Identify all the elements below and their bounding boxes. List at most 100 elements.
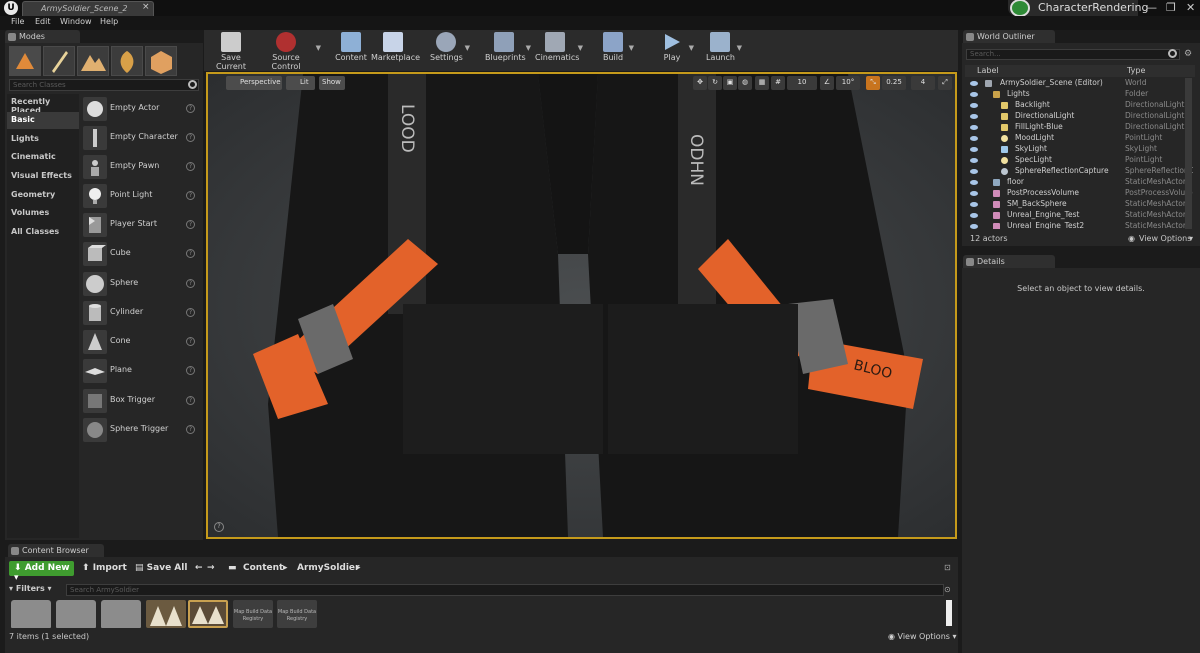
show-button[interactable]: Show <box>319 76 345 90</box>
search-icon[interactable] <box>188 80 197 89</box>
place-item-cylinder[interactable]: Cylinder? <box>80 299 200 327</box>
world-local-icon[interactable]: ◍ <box>738 76 752 90</box>
help-icon[interactable]: ? <box>186 104 195 113</box>
eye-icon[interactable] <box>970 180 978 185</box>
outliner-scrollbar[interactable] <box>1185 78 1192 229</box>
dropdown-arrow-icon[interactable]: ▼ <box>526 44 531 52</box>
outliner-row[interactable]: Unreal_Engine_Test2 StaticMeshActor <box>965 221 1191 229</box>
rotate-icon[interactable]: ↻ <box>708 76 722 90</box>
grid-snap-icon[interactable]: # <box>771 76 785 90</box>
folder-icon[interactable] <box>11 600 51 628</box>
forward-arrow-icon[interactable]: → <box>207 563 215 573</box>
eye-icon[interactable] <box>970 103 978 108</box>
close-tab-icon[interactable]: × <box>142 2 150 12</box>
translate-icon[interactable]: ✥ <box>693 76 707 90</box>
outliner-row[interactable]: Unreal_Engine_Test StaticMeshActor <box>965 210 1191 221</box>
place-item-sphere[interactable]: Sphere? <box>80 270 200 298</box>
level-viewport[interactable]: LOOD ODHN BLOO <box>206 72 957 539</box>
eye-icon[interactable] <box>970 191 978 196</box>
dropdown-arrow-icon[interactable]: ▼ <box>737 44 742 52</box>
outliner-row[interactable]: Backlight DirectionalLight <box>965 100 1191 111</box>
eye-icon[interactable] <box>970 125 978 130</box>
menu-window[interactable]: Window <box>60 17 92 26</box>
scale-icon[interactable]: ▣ <box>723 76 737 90</box>
add-new-button[interactable]: ⬇ Add New ▾ <box>9 561 74 583</box>
eye-icon[interactable] <box>970 92 978 97</box>
play-button[interactable]: Play ▼ <box>658 32 694 68</box>
outliner-search-input[interactable]: Search... <box>966 49 1180 60</box>
blueprints-button[interactable]: Blueprints ▼ <box>485 32 531 68</box>
category-basic[interactable]: Basic <box>7 112 79 129</box>
place-item-sphere-trigger[interactable]: Sphere Trigger? <box>80 416 200 444</box>
help-icon[interactable]: ? <box>186 425 195 434</box>
unreal-logo-icon[interactable]: U <box>4 1 18 15</box>
outliner-row[interactable]: SphereReflectionCapture SphereReflectionC <box>965 166 1193 177</box>
world-outliner-tab[interactable]: World Outliner <box>963 30 1055 43</box>
level-asset-icon[interactable] <box>146 600 186 628</box>
foliage-mode-icon[interactable] <box>111 46 143 76</box>
modes-tab[interactable]: Modes <box>5 30 80 43</box>
dropdown-arrow-icon[interactable]: ▼ <box>689 44 694 52</box>
eye-icon[interactable] <box>970 147 978 152</box>
eye-icon[interactable] <box>970 114 978 119</box>
outliner-row[interactable]: ArmySoldier_Scene (Editor) World <box>965 78 1191 89</box>
content-button[interactable]: Content <box>334 32 368 68</box>
help-icon[interactable]: ? <box>186 162 195 171</box>
outliner-view-options[interactable]: View Options <box>1139 234 1191 243</box>
outliner-row[interactable]: DirectionalLight DirectionalLight <box>965 111 1191 122</box>
place-item-empty-actor[interactable]: Empty Actor? <box>80 95 200 123</box>
rotation-snap-icon[interactable]: ∠ <box>820 76 834 90</box>
dropdown-arrow-icon[interactable]: ▼ <box>316 44 321 52</box>
content-scrollbar[interactable] <box>946 600 952 626</box>
content-search-input[interactable]: Search ArmySoldier <box>66 584 944 596</box>
outliner-row[interactable]: MoodLight PointLight <box>965 133 1191 144</box>
landscape-mode-icon[interactable] <box>77 46 109 76</box>
category-cinematic[interactable]: Cinematic <box>7 149 79 166</box>
rotation-snap-value[interactable]: 10° <box>836 76 860 90</box>
category-geometry[interactable]: Geometry <box>7 187 79 204</box>
camera-speed-value[interactable]: 4 <box>911 76 935 90</box>
help-icon[interactable]: ? <box>186 366 195 375</box>
eye-icon[interactable] <box>970 224 978 229</box>
dropdown-arrow-icon[interactable]: ▼ <box>465 44 470 52</box>
save-current-button[interactable]: Save Current <box>208 32 254 71</box>
paint-mode-icon[interactable] <box>43 46 75 76</box>
lock-icon[interactable]: ⊡ <box>944 563 951 572</box>
outliner-row[interactable]: floor StaticMeshActor <box>965 177 1191 188</box>
help-icon[interactable]: ? <box>186 191 195 200</box>
viewport-help-icon[interactable]: ? <box>214 522 224 532</box>
breadcrumb-armysoldier[interactable]: ArmySoldier <box>297 563 359 573</box>
category-visual-effects[interactable]: Visual Effects <box>7 168 79 185</box>
search-classes-input[interactable]: Search Classes <box>9 79 199 91</box>
place-item-cone[interactable]: Cone? <box>80 328 200 356</box>
map-build-data-registry[interactable]: Map Build Data Registry <box>233 600 273 628</box>
document-tab[interactable]: ArmySoldier_Scene_2 <box>22 1 154 16</box>
category-lights[interactable]: Lights <box>7 131 79 148</box>
maximize-viewport-icon[interactable]: ⤢ <box>938 76 952 90</box>
cinematics-button[interactable]: Cinematics ▼ <box>535 32 583 68</box>
menu-help[interactable]: Help <box>100 17 118 26</box>
back-arrow-icon[interactable]: ← <box>195 563 203 573</box>
category-all-classes[interactable]: All Classes <box>7 224 79 241</box>
filters-button[interactable]: ▾ Filters ▾ <box>9 584 64 596</box>
minimize-icon[interactable]: — <box>1146 1 1157 14</box>
place-item-point-light[interactable]: Point Light? <box>80 182 200 210</box>
category-volumes[interactable]: Volumes <box>7 205 79 222</box>
help-icon[interactable]: ? <box>186 220 195 229</box>
level-asset-selected-icon[interactable] <box>188 600 228 628</box>
chevron-down-icon[interactable]: ▾ <box>1189 234 1193 243</box>
close-window-icon[interactable]: ✕ <box>1186 1 1195 14</box>
folder-icon[interactable] <box>101 600 141 628</box>
place-item-cube[interactable]: Cube? <box>80 240 200 268</box>
lit-button[interactable]: Lit <box>286 76 315 90</box>
maximize-icon[interactable]: ❐ <box>1166 1 1176 14</box>
settings-dropdown-icon[interactable]: ⚙ <box>1184 49 1192 59</box>
eye-icon[interactable] <box>970 213 978 218</box>
grid-size-value[interactable]: 10 <box>787 76 817 90</box>
content-browser-tab[interactable]: Content Browser <box>8 544 104 557</box>
help-icon[interactable]: ? <box>186 308 195 317</box>
help-icon[interactable]: ? <box>186 133 195 142</box>
map-build-data-registry[interactable]: Map Build Data Registry <box>277 600 317 628</box>
place-item-empty-pawn[interactable]: Empty Pawn? <box>80 153 200 181</box>
outliner-row[interactable]: Lights Folder <box>965 89 1191 100</box>
